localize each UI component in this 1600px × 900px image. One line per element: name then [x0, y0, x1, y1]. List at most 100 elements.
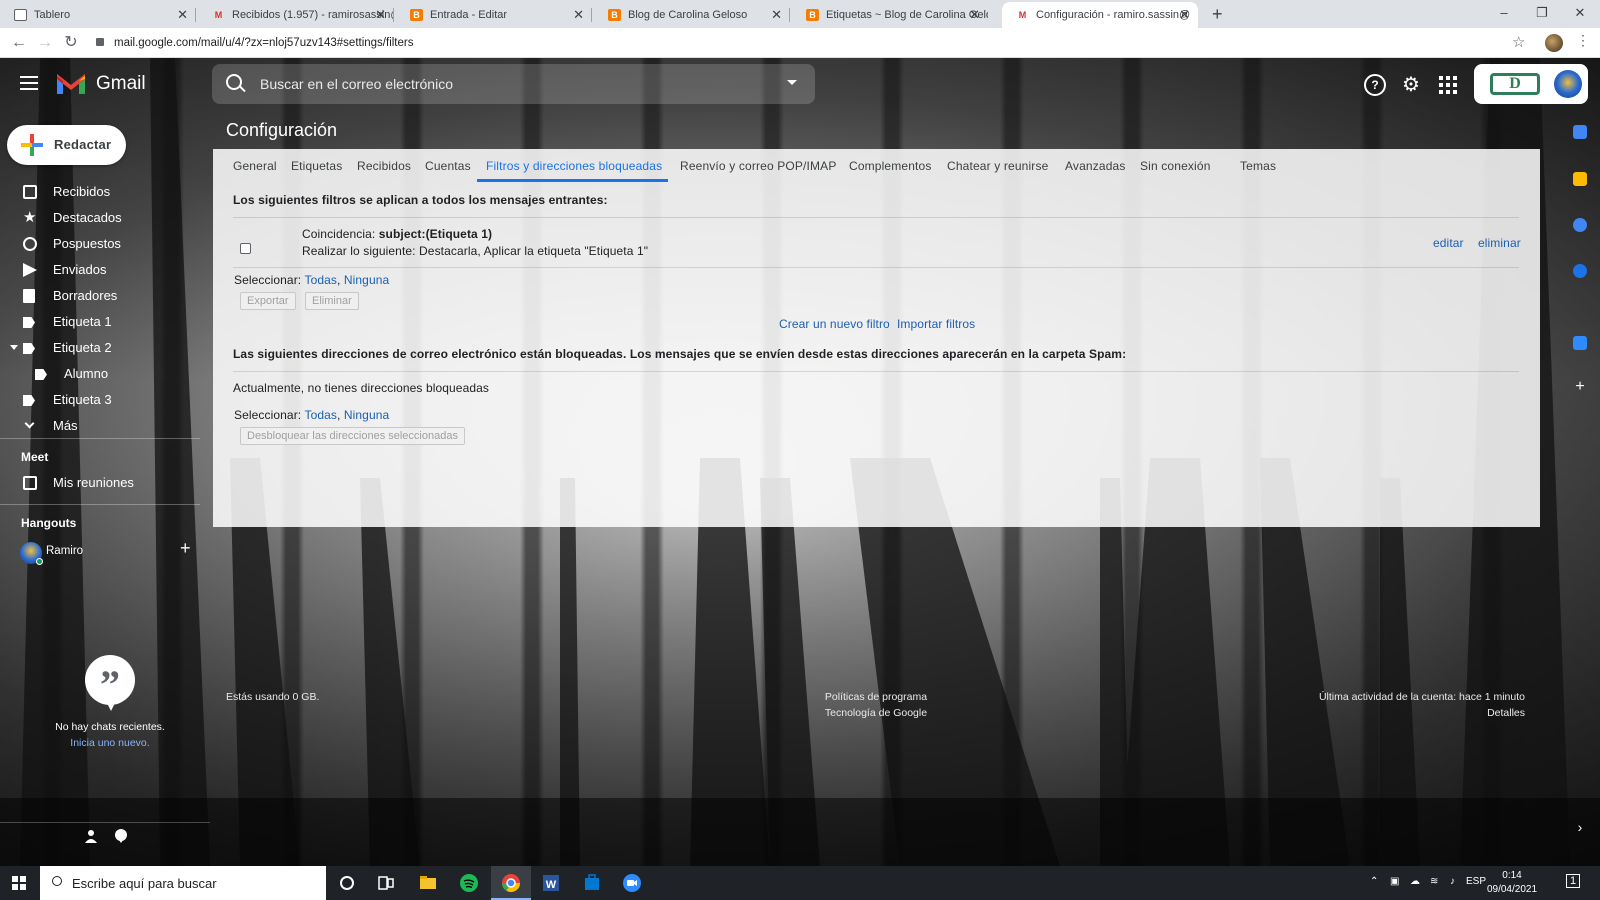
help-icon[interactable]: ?	[1364, 74, 1386, 96]
create-filter-link[interactable]: Crear un nuevo filtro	[779, 317, 890, 331]
search-icon[interactable]	[226, 74, 242, 90]
search-input[interactable]	[260, 74, 760, 94]
browser-menu-icon[interactable]: ⋮	[1576, 32, 1590, 49]
gear-icon[interactable]: ⚙	[1400, 74, 1422, 96]
add-addon-icon[interactable]: +	[1573, 379, 1587, 395]
chrome-icon[interactable]	[501, 873, 521, 893]
taskbar-search-input[interactable]	[72, 874, 312, 892]
sidebar-item-snoozed[interactable]: Pospuestos	[0, 231, 200, 257]
word-icon[interactable]: W	[541, 873, 561, 893]
tray-device-icon[interactable]: ▣	[1390, 876, 1399, 887]
sidebar-item-starred[interactable]: ★ Destacados	[0, 205, 200, 231]
zoom-icon[interactable]	[622, 873, 642, 893]
file-explorer-icon[interactable]	[418, 873, 438, 893]
tab-general[interactable]: General	[233, 159, 277, 173]
sidebar-item-sent[interactable]: Enviados	[0, 257, 200, 283]
onedrive-icon[interactable]: ☁	[1410, 876, 1420, 887]
window-close-icon[interactable]: ✕	[1560, 0, 1600, 26]
sidebar-item-label: Etiqueta 1	[53, 314, 112, 329]
spotify-icon[interactable]	[459, 873, 479, 893]
sidebar-item-etiqueta-1[interactable]: Etiqueta 1	[0, 309, 200, 335]
keep-addon-icon[interactable]	[1573, 172, 1587, 186]
main-menu-icon[interactable]	[20, 76, 38, 94]
tab-labels[interactable]: Etiquetas	[291, 159, 342, 173]
edit-filter-link[interactable]: editar	[1433, 236, 1464, 250]
select-none-link[interactable]: Ninguna	[344, 408, 389, 422]
hangouts-user-name[interactable]: Ramiro	[46, 545, 83, 557]
contacts-addon-icon[interactable]	[1573, 264, 1587, 278]
import-filters-link[interactable]: Importar filtros	[897, 317, 975, 331]
tab-accounts[interactable]: Cuentas	[425, 159, 471, 173]
bookmark-star-icon[interactable]: ☆	[1512, 33, 1525, 51]
tab-forwarding[interactable]: Reenvío y correo POP/IMAP	[680, 159, 836, 173]
export-button[interactable]: Exportar	[240, 292, 296, 310]
tray-expand-icon[interactable]: ⌃	[1370, 876, 1378, 887]
contacts-person-icon[interactable]	[84, 829, 98, 843]
browser-tab[interactable]: Tablero ✕	[0, 2, 196, 28]
task-view-icon[interactable]	[376, 873, 396, 893]
browser-tab[interactable]: B Entrada - Editar ✕	[396, 2, 592, 28]
sidebar-item-inbox[interactable]: Recibidos	[0, 179, 200, 205]
activity-details-link[interactable]: Detalles	[1250, 705, 1525, 721]
url-field[interactable]: mail.google.com/mail/u/4/?zx=nloj57uzv14…	[96, 32, 1536, 54]
program-policies-link[interactable]: Políticas de programa	[790, 689, 962, 705]
sidebar-item-etiqueta-2[interactable]: Etiqueta 2	[0, 335, 200, 361]
start-chat-link[interactable]: Inicia uno nuevo.	[70, 737, 149, 749]
browser-tab[interactable]: B Etiquetas ~ Blog de Carolina Gelo ✕	[792, 2, 988, 28]
new-conversation-plus-icon[interactable]: +	[180, 538, 191, 559]
browser-tab[interactable]: B Blog de Carolina Geloso ✕	[594, 2, 790, 28]
tab-filters[interactable]: Filtros y direcciones bloqueadas	[486, 159, 662, 173]
system-clock[interactable]: 0:14 09/04/2021	[1484, 869, 1540, 897]
profile-avatar[interactable]	[1545, 34, 1563, 52]
select-all-link[interactable]: Todas	[304, 408, 337, 422]
notification-icon[interactable]: 1	[1566, 874, 1580, 888]
sidebar-item-alumno[interactable]: Alumno	[0, 361, 200, 387]
browser-tab[interactable]: M Recibidos (1.957) - ramirosassin@ ✕	[198, 2, 394, 28]
zoom-addon-icon[interactable]	[1573, 336, 1587, 350]
tab-chat-meet[interactable]: Chatear y reunirse	[947, 159, 1048, 173]
close-icon[interactable]: ✕	[573, 2, 584, 28]
apps-grid-icon[interactable]	[1437, 74, 1459, 96]
sidebar-item-more[interactable]: Más	[0, 413, 200, 439]
collapse-panel-icon[interactable]: ›	[1573, 820, 1587, 834]
compose-button[interactable]: Redactar	[7, 125, 126, 165]
store-icon[interactable]	[582, 873, 602, 893]
delete-button[interactable]: Eliminar	[305, 292, 359, 310]
minimize-icon[interactable]: –	[1484, 0, 1524, 26]
new-tab-button[interactable]: +	[1212, 2, 1223, 26]
tab-inbox[interactable]: Recibidos	[357, 159, 411, 173]
sidebar-item-etiqueta-3[interactable]: Etiqueta 3	[0, 387, 200, 413]
tab-advanced[interactable]: Avanzadas	[1065, 159, 1126, 173]
unblock-button[interactable]: Desbloquear las direcciones seleccionada…	[240, 427, 465, 445]
tab-themes[interactable]: Temas	[1240, 159, 1276, 173]
select-none-link[interactable]: Ninguna	[344, 273, 389, 287]
filter-checkbox[interactable]	[240, 243, 251, 254]
close-icon[interactable]: ✕	[969, 2, 980, 28]
wifi-icon[interactable]: ≋	[1430, 876, 1438, 887]
close-icon[interactable]: ✕	[1179, 2, 1190, 28]
tab-offline[interactable]: Sin conexión	[1140, 159, 1211, 173]
calendar-addon-icon[interactable]	[1573, 125, 1587, 139]
delete-filter-link[interactable]: eliminar	[1478, 236, 1521, 250]
tab-addons[interactable]: Complementos	[849, 159, 932, 173]
tasks-addon-icon[interactable]	[1573, 218, 1587, 232]
hangouts-chat-icon[interactable]	[114, 829, 128, 843]
match-label: Coincidencia:	[302, 227, 376, 241]
language-indicator[interactable]: ESP	[1466, 876, 1486, 887]
windows-start-icon[interactable]	[12, 876, 26, 890]
close-icon[interactable]: ✕	[771, 2, 782, 28]
cortana-icon[interactable]	[337, 873, 357, 893]
back-icon[interactable]: ←	[8, 32, 30, 54]
close-icon[interactable]: ✕	[375, 2, 386, 28]
forward-icon[interactable]: →	[34, 32, 56, 54]
volume-icon[interactable]: ♪	[1450, 876, 1455, 887]
search-options-icon[interactable]	[787, 80, 797, 85]
expand-arrow-icon[interactable]	[10, 345, 18, 350]
maximize-icon[interactable]: ❐	[1522, 0, 1562, 26]
reload-icon[interactable]: ↻	[60, 32, 82, 54]
browser-tab-active[interactable]: M Configuración - ramiro.sassin@ ✕	[1002, 2, 1198, 28]
sidebar-item-my-meetings[interactable]: Mis reuniones	[0, 470, 200, 496]
sidebar-item-drafts[interactable]: Borradores	[0, 283, 200, 309]
close-icon[interactable]: ✕	[177, 2, 188, 28]
select-all-link[interactable]: Todas	[304, 273, 337, 287]
